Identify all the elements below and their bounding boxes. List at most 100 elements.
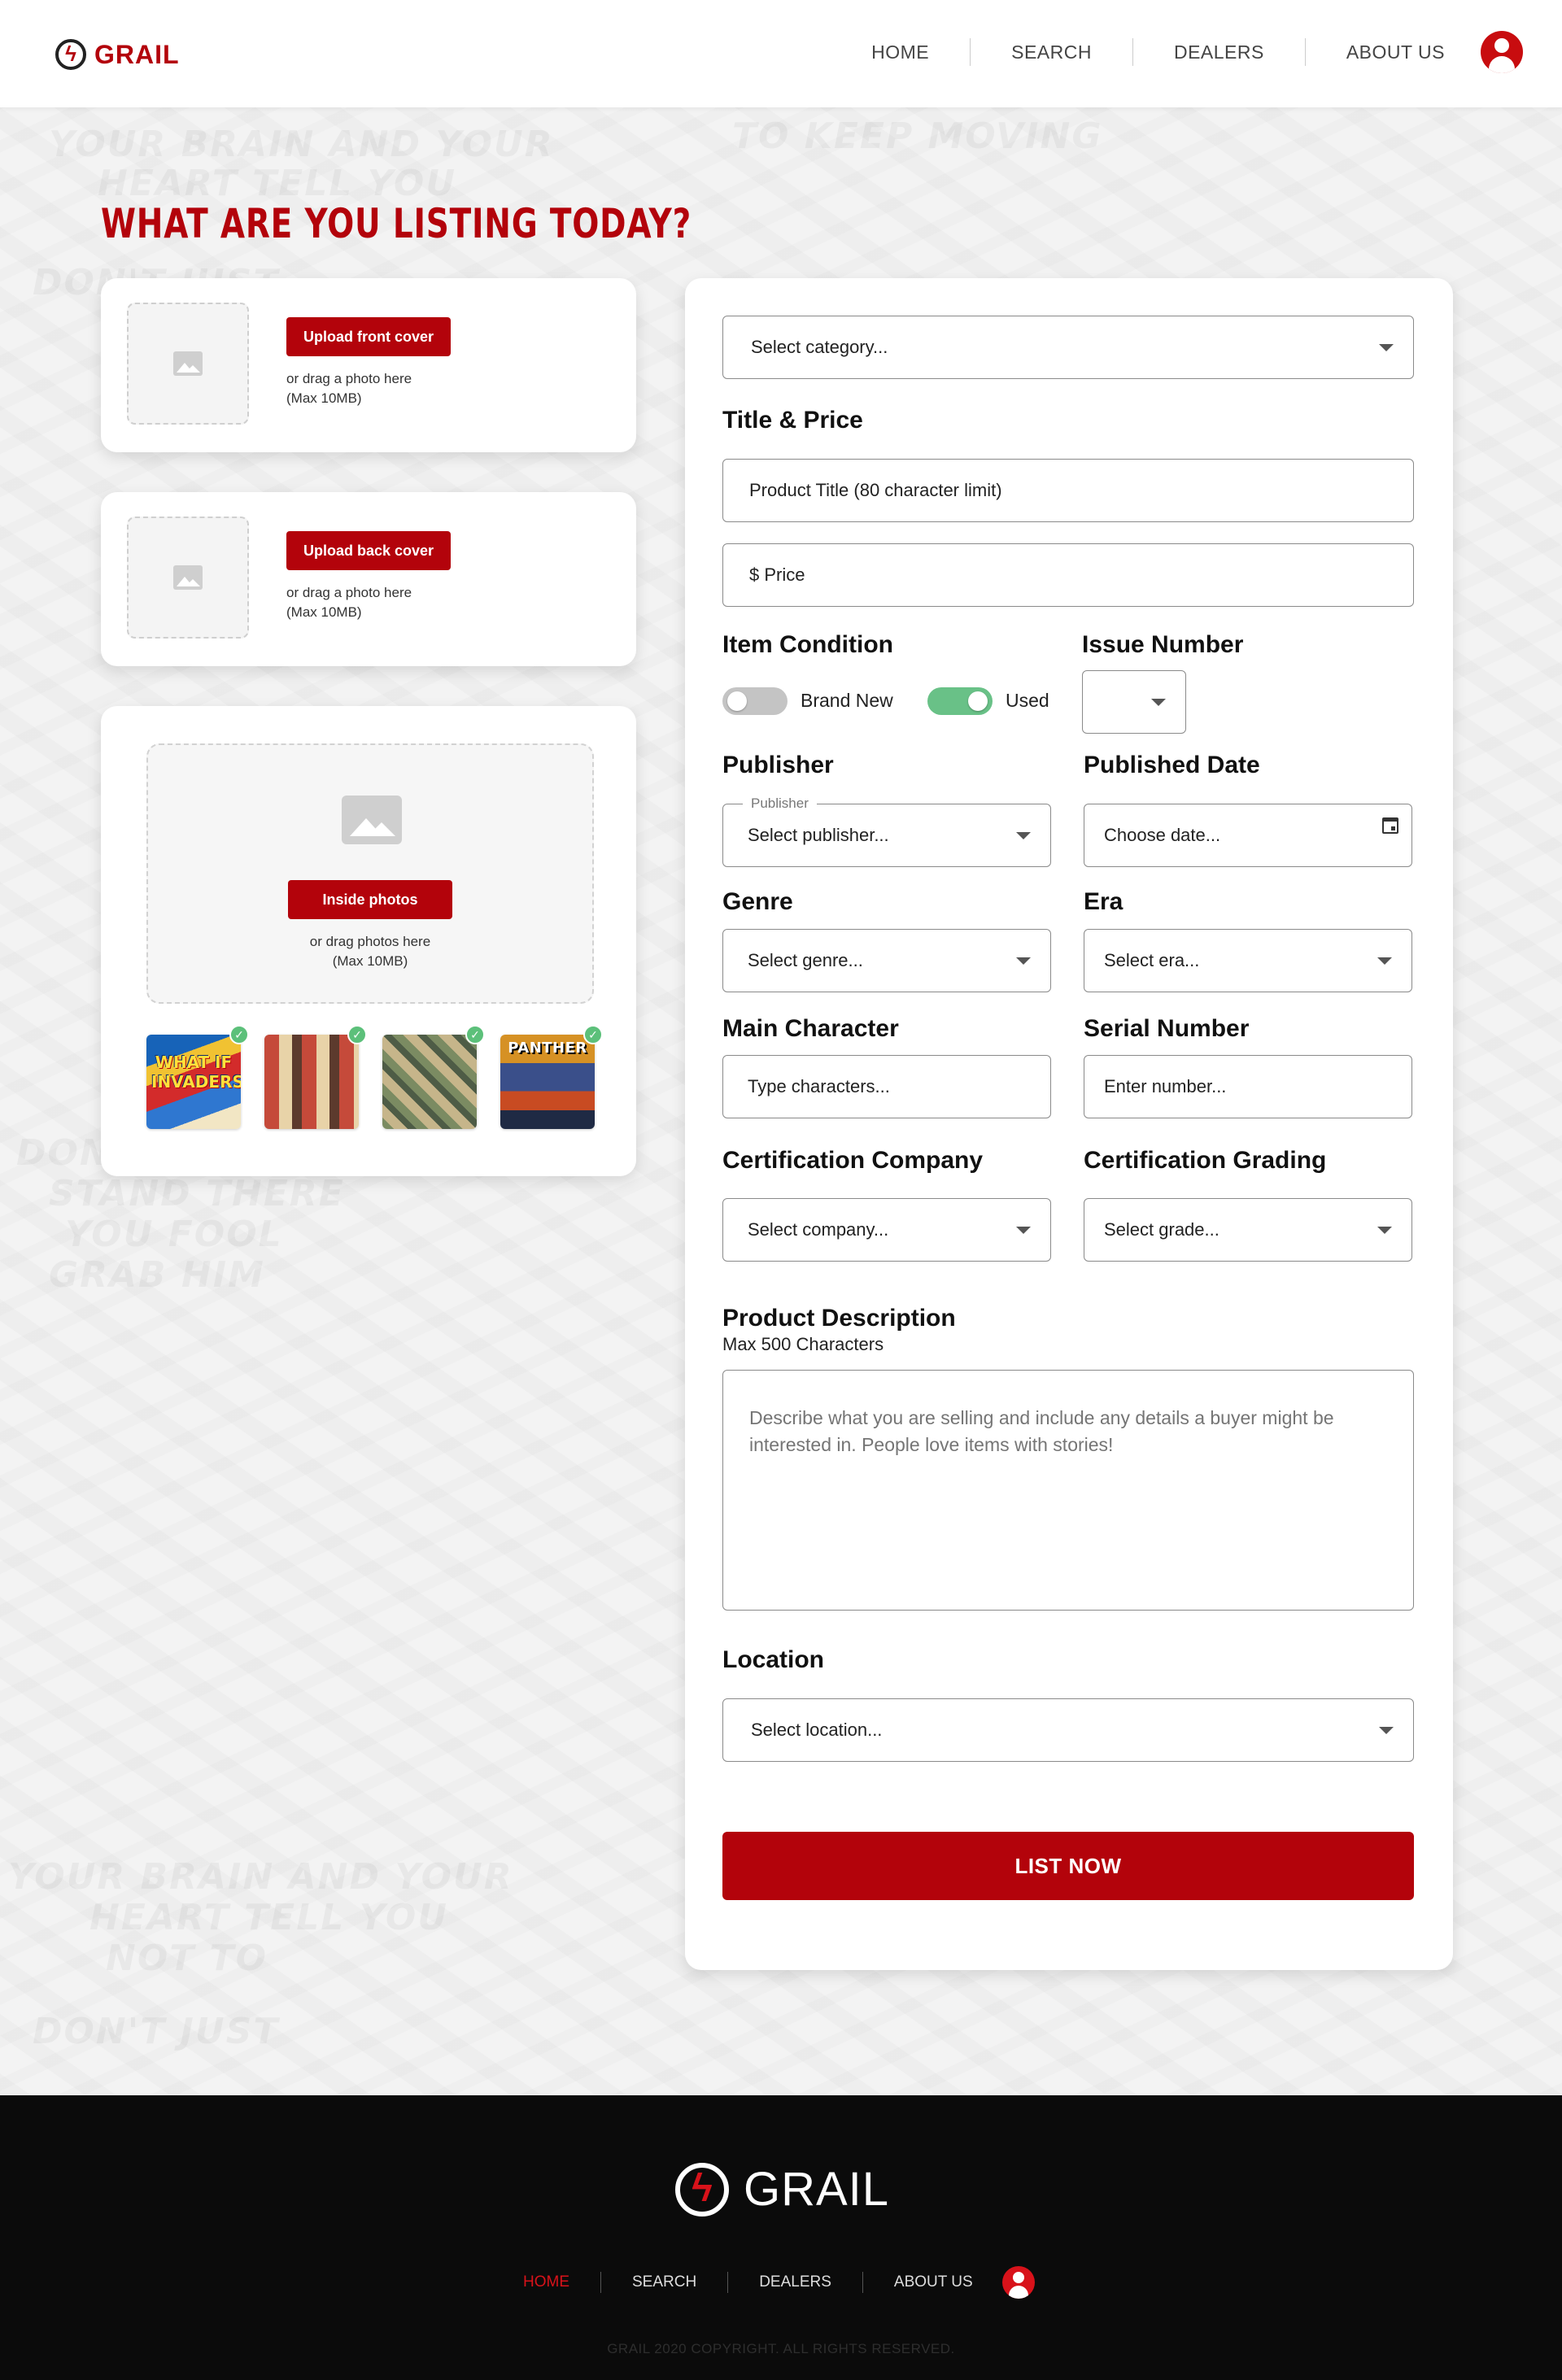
item-condition-label: Item Condition [722,631,893,658]
price-input[interactable]: $ Price [722,543,1414,607]
upload-front-cover-button[interactable]: Upload front cover [286,317,451,356]
used-label: Used [1006,690,1049,711]
footer-nav-about-us[interactable]: ABOUT US [863,2272,1002,2293]
image-placeholder-icon [342,796,402,844]
chevron-down-icon [1016,832,1031,839]
published-date-label: Published Date [1084,752,1260,778]
photo-thumbnail[interactable]: WHAT IF INVADERS ✓ [146,1025,249,1129]
serial-number-input[interactable]: Enter number... [1084,1055,1412,1118]
footer-logo[interactable]: ϟ GRAIL [675,2162,889,2217]
main-character-input[interactable]: Type characters... [722,1055,1051,1118]
upload-back-cover-button[interactable]: Upload back cover [286,531,451,570]
product-title-input[interactable]: Product Title (80 character limit) [722,459,1414,522]
image-placeholder-icon [173,351,203,376]
product-description-textarea[interactable] [722,1370,1414,1611]
publisher-placeholder: Select publisher... [748,825,889,845]
inside-photos-dropzone[interactable]: Inside photos or drag photos here (Max 1… [146,743,594,1004]
publisher-label: Publisher [722,752,834,778]
price-placeholder: $ Price [749,564,805,585]
page-title: WHAT ARE YOU LISTING TODAY? [101,200,692,247]
chevron-down-icon [1379,1727,1394,1734]
bg-text: HEART TELL YOU [89,1897,448,1938]
check-icon: ✓ [583,1025,603,1044]
inside-photos-button[interactable]: Inside photos [288,880,452,919]
genre-label: Genre [722,888,793,915]
used-toggle[interactable] [927,687,993,715]
site-footer: ϟ GRAIL HOME SEARCH DEALERS ABOUT US GRA… [0,2095,1562,2380]
footer-nav: HOME SEARCH DEALERS ABOUT US [492,2266,1035,2299]
description-char-limit: Max 500 Characters [722,1334,884,1354]
bg-text: YOUR BRAIN AND YOUR [49,124,554,165]
era-label: Era [1084,888,1124,915]
chevron-down-icon [1377,957,1392,965]
front-cover-hint: or drag a photo here (Max 10MB) [286,369,412,408]
inside-photos-card: Inside photos or drag photos here (Max 1… [101,706,636,1176]
publisher-legend: Publisher [743,796,817,812]
certification-grading-select[interactable]: Select grade... [1084,1198,1412,1262]
nav-dealers[interactable]: DEALERS [1133,38,1306,66]
footer-nav-dealers[interactable]: DEALERS [728,2272,863,2293]
brand-name: GRAIL [94,39,180,69]
photo-thumbnail[interactable]: ✓ [264,1025,367,1129]
bg-text: NOT TO [106,1938,268,1979]
site-header: ϟ GRAIL HOME SEARCH DEALERS ABOUT US [0,0,1562,107]
published-date-placeholder: Choose date... [1104,825,1221,845]
main-character-label: Main Character [722,1015,899,1042]
lightning-bolt-icon: ϟ [675,2162,729,2217]
thumbnail-title: PANTHER [508,1040,587,1057]
hint-line: or drag a photo here [286,585,412,600]
hint-size: (Max 10MB) [286,390,362,406]
image-placeholder-icon [173,565,203,590]
copyright-text: GRAIL 2020 COPYRIGHT. ALL RIGHTS RESERVE… [607,2341,955,2356]
location-placeholder: Select location... [751,1720,883,1740]
user-avatar-icon[interactable] [1001,2266,1035,2299]
bg-text: GRAB HIM [49,1254,265,1296]
nav-search[interactable]: SEARCH [971,38,1133,66]
check-icon: ✓ [229,1025,249,1044]
published-date-input[interactable]: Choose date... [1084,804,1412,867]
calendar-icon[interactable] [1382,817,1398,834]
front-cover-card: Upload front cover or drag a photo here … [101,278,636,452]
footer-nav-home[interactable]: HOME [492,2272,601,2293]
brand-logo[interactable]: ϟ GRAIL [55,39,180,70]
publisher-select[interactable]: Publisher Select publisher... [722,796,1051,867]
certification-company-placeholder: Select company... [748,1219,889,1240]
genre-select[interactable]: Select genre... [722,929,1051,992]
nav-about-us[interactable]: ABOUT US [1306,38,1481,66]
hint-size: (Max 10MB) [286,604,362,620]
era-placeholder: Select era... [1104,950,1200,970]
back-cover-preview[interactable] [127,517,249,639]
certification-company-select[interactable]: Select company... [722,1198,1051,1262]
genre-placeholder: Select genre... [748,950,863,970]
hint-size: (Max 10MB) [332,953,408,969]
check-icon: ✓ [347,1025,367,1044]
brand-new-toggle[interactable] [722,687,788,715]
bg-text: YOU FOOL [65,1214,283,1255]
category-select[interactable]: Select category... [722,316,1414,379]
listing-form: Select category... Title & Price Product… [685,278,1453,1970]
photo-thumbnail[interactable]: ✓ [382,1025,485,1129]
brand-new-label: Brand New [801,690,893,711]
bg-text: YOUR BRAIN AND YOUR [8,1856,513,1898]
list-now-button[interactable]: LIST NOW [722,1832,1414,1900]
bg-text: TO KEEP MOVING [732,116,1103,157]
lightning-bolt-icon: ϟ [55,39,86,70]
photo-thumbnail[interactable]: PANTHER ✓ [500,1025,603,1129]
user-avatar-icon[interactable] [1481,31,1523,73]
inside-photo-thumbnails: WHAT IF INVADERS ✓ ✓ ✓ PANTHER ✓ [146,1025,603,1129]
hint-line: or drag photos here [309,934,431,949]
bg-text: STAND THERE [49,1173,345,1214]
nav-home[interactable]: HOME [831,38,971,66]
footer-nav-search[interactable]: SEARCH [601,2272,729,2293]
chevron-down-icon [1016,957,1031,965]
main-nav: HOME SEARCH DEALERS ABOUT US [831,31,1523,73]
front-cover-preview[interactable] [127,303,249,425]
chevron-down-icon [1379,344,1394,351]
era-select[interactable]: Select era... [1084,929,1412,992]
chevron-down-icon [1016,1227,1031,1234]
serial-number-placeholder: Enter number... [1104,1076,1227,1096]
issue-number-select[interactable] [1082,670,1186,734]
location-select[interactable]: Select location... [722,1698,1414,1762]
bg-text: HEART TELL YOU [98,163,456,204]
location-label: Location [722,1646,824,1673]
